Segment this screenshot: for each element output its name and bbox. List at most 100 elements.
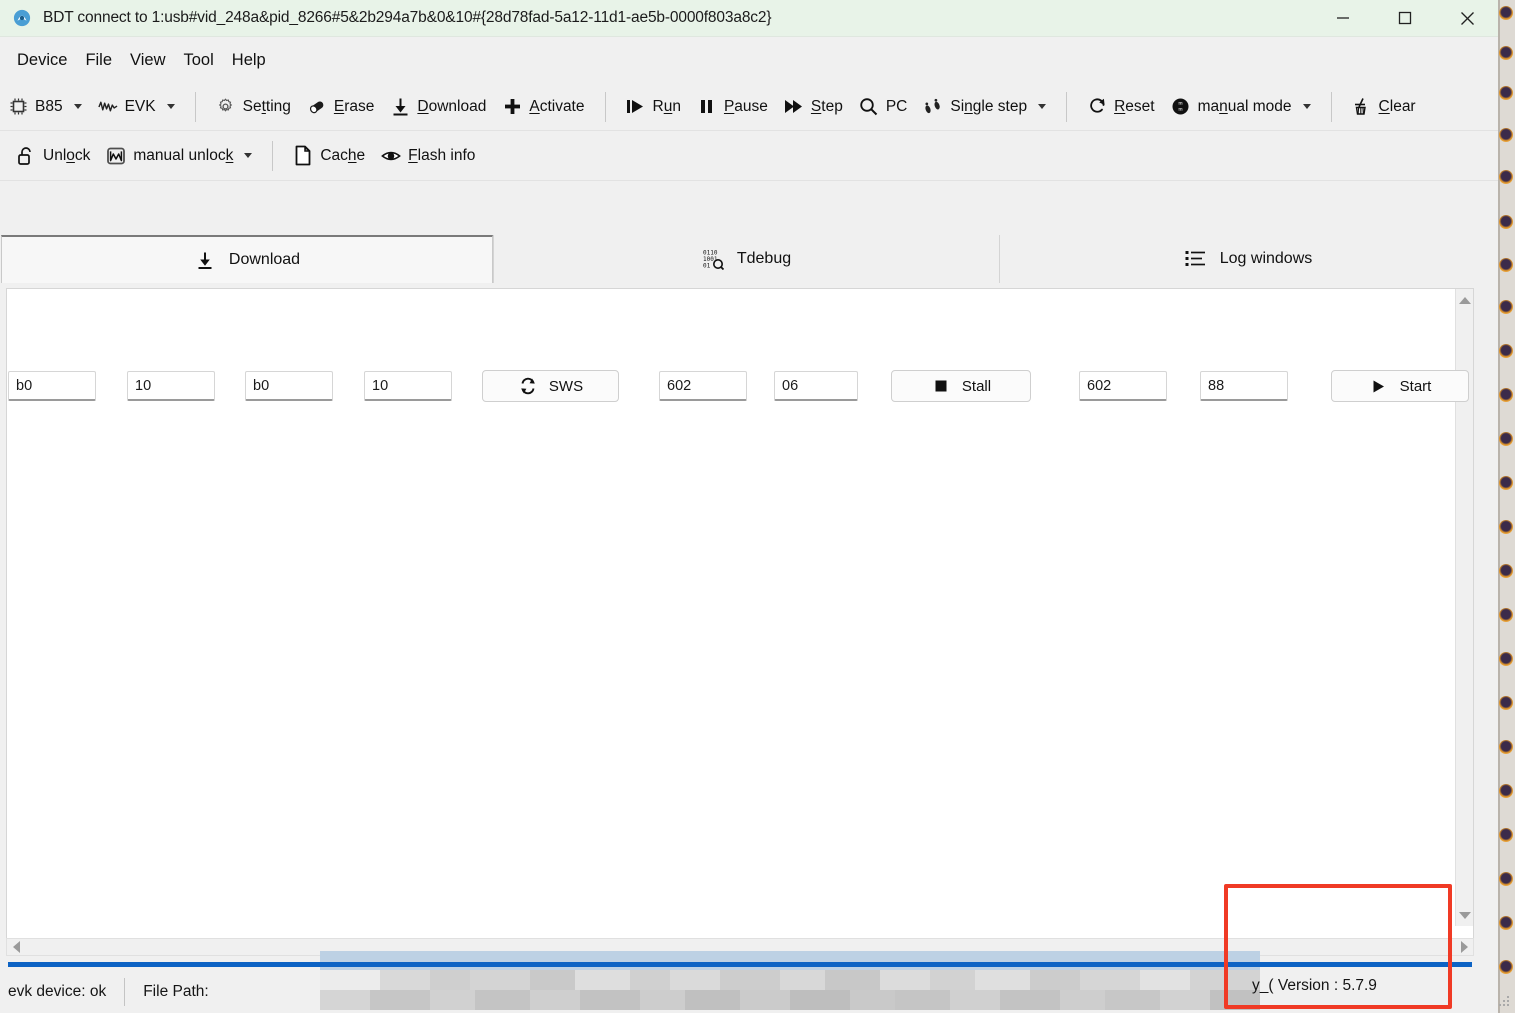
sws-label: SWS [548,377,584,395]
reset-button[interactable]: Reset [1079,90,1163,124]
svg-text:m: m [1178,107,1183,113]
param-field-6[interactable]: 06 [774,371,858,401]
chevron-down-icon[interactable] [73,104,82,109]
menu-item-file[interactable]: File [76,47,121,74]
selection-highlight [320,951,1260,970]
flash-info-button[interactable]: Flash info [373,139,483,173]
refresh-icon [518,376,538,396]
waveform-icon [97,97,118,117]
download-label: Download [417,97,487,115]
pause-button[interactable]: Pause [689,90,776,124]
scroll-right-button[interactable] [1455,939,1473,955]
cache-label: Cache [320,146,366,164]
single-step-label: Single step [950,97,1028,115]
start-button[interactable]: Start [1331,370,1469,402]
scroll-up-button[interactable] [1456,291,1474,309]
flash-info-label: Flash info [408,146,476,164]
device-status-text: evk device: ok [8,982,107,1000]
pause-icon [697,97,717,117]
scroll-down-button[interactable] [1456,906,1474,924]
interface-selector-button[interactable]: EVK [90,90,183,124]
maximize-button[interactable] [1374,0,1436,37]
param-field-1[interactable]: b0 [8,371,96,401]
tab-tdebug[interactable]: 0110 1001 01 Tdebug [493,235,999,283]
param-field-2[interactable]: 10 [127,371,215,401]
chip-icon [8,97,28,117]
unlock-label: Unlock [43,146,91,164]
svg-text:01: 01 [703,263,711,270]
broom-icon [1352,97,1372,117]
plus-icon [502,97,522,117]
tab-download-label: Download [228,251,301,268]
chevron-down-icon[interactable] [244,153,253,158]
single-step-button[interactable]: Single step [915,90,1054,124]
chevron-down-icon[interactable] [166,104,175,109]
tab-download[interactable]: Download [1,235,493,283]
menu-item-tool[interactable]: Tool [175,47,223,74]
run-icon [626,97,646,117]
scroll-left-button[interactable] [7,939,25,955]
bdt-app-icon [13,9,31,27]
pc-button[interactable]: PC [851,90,916,124]
play-triangle-icon [1369,376,1389,396]
manual-unlock-button[interactable]: manual unlock [98,139,260,173]
envelope-m-icon [106,146,126,166]
activate-button[interactable]: Activate [494,90,592,124]
param-field-3[interactable]: b0 [245,371,333,401]
chevron-down-icon[interactable] [1038,104,1047,109]
toolbar-separator [1066,91,1068,122]
manual-unlock-label: manual unlock [133,146,234,164]
file-path-label: File Path: [143,982,209,1000]
progress-bar [8,962,1472,967]
menu-bar: Device File View Tool Help [0,37,1498,83]
setting-label: Setting [242,97,291,115]
param-field-8[interactable]: 88 [1200,371,1288,401]
unlock-button[interactable]: Unlock [8,139,98,173]
manual-mode-button[interactable]: m m manual mode [1163,90,1319,124]
tab-log-windows[interactable]: Log windows [999,235,1497,283]
setting-button[interactable]: Setting [208,90,299,124]
resize-grip[interactable] [1497,996,1511,1010]
gear-icon [216,97,236,117]
stall-button[interactable]: Stall [891,370,1031,402]
activate-label: Activate [529,97,585,115]
reset-label: Reset [1114,97,1155,115]
open-padlock-icon [16,146,36,166]
step-button[interactable]: Step [776,90,851,124]
param-field-7[interactable]: 602 [1079,371,1167,401]
erase-label: Erase [333,97,375,115]
step-forward-icon [784,97,804,117]
step-label: Step [810,97,843,115]
manual-mode-label: manual mode [1197,97,1292,115]
menu-item-device[interactable]: Device [8,47,76,74]
clear-label: Clear [1378,97,1416,115]
tab-tdebug-label: Tdebug [736,250,792,267]
chevron-down-icon[interactable] [1302,104,1311,109]
sws-button[interactable]: SWS [482,370,619,402]
list-lines-icon [1185,248,1207,270]
minimize-button[interactable] [1312,0,1374,37]
menu-item-view[interactable]: View [121,47,174,74]
title-bar[interactable]: BDT connect to 1:usb#vid_248a&pid_8266#5… [0,0,1498,37]
download-button[interactable]: Download [382,90,494,124]
file-path-redacted [320,970,1260,1010]
interface-selector-label: EVK [124,97,156,115]
window-title: BDT connect to 1:usb#vid_248a&pid_8266#5… [43,9,772,26]
param-field-4[interactable]: 10 [364,371,452,401]
erase-button[interactable]: Erase [299,90,383,124]
run-label: Run [652,97,681,115]
close-button[interactable] [1436,0,1498,37]
param-field-5[interactable]: 602 [659,371,747,401]
clear-button[interactable]: Clear [1344,90,1424,124]
download-arrow-icon [390,97,410,117]
eye-icon [381,146,402,166]
status-divider [124,977,126,1006]
version-text: y_( Version : 5.7.9 [1252,977,1377,994]
background-window-sliver [1498,0,1515,1013]
triangle-down-icon [1459,911,1471,919]
menu-item-help[interactable]: Help [223,47,275,74]
run-button[interactable]: Run [618,90,689,124]
window-controls [1312,0,1498,37]
cache-button[interactable]: Cache [285,139,373,173]
chip-selector-button[interactable]: B85 [0,90,90,124]
